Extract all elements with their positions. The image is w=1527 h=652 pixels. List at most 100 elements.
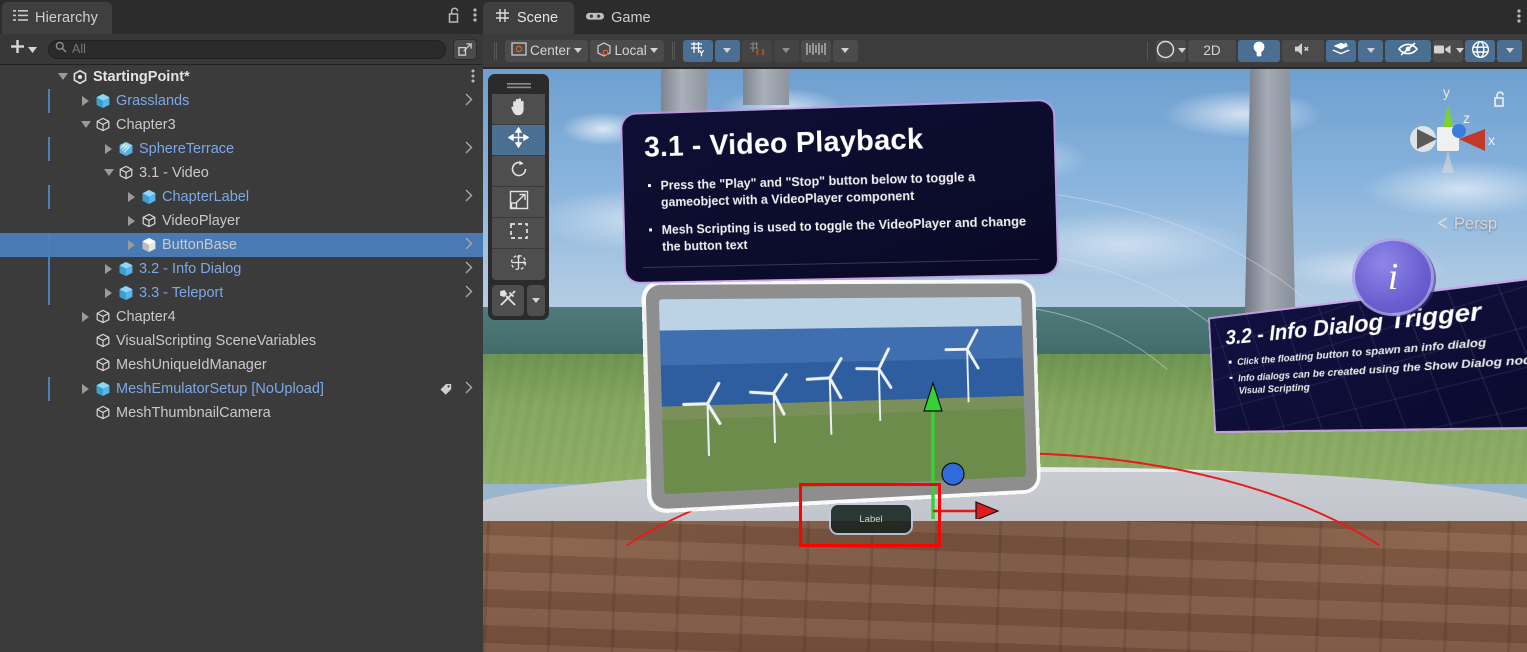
scene-fx-dropdown-button[interactable] <box>1358 40 1383 62</box>
twisty-expanded-icon[interactable] <box>56 73 70 81</box>
twisty-collapsed-icon[interactable] <box>79 312 93 322</box>
transform-tool-button[interactable] <box>492 249 545 280</box>
open-prefab-chevron-icon[interactable] <box>465 285 473 301</box>
shading-mode-button[interactable] <box>1156 40 1186 62</box>
turbine-blade <box>828 357 843 379</box>
scene-lighting-button[interactable] <box>1238 40 1280 62</box>
prefab-cube-icon <box>93 381 112 397</box>
hierarchy-item-buttonbase[interactable]: ButtonBase <box>0 233 483 257</box>
turbine-blade <box>682 402 707 406</box>
gameobject-cube-icon <box>116 165 135 181</box>
twisty-collapsed-icon[interactable] <box>102 144 116 154</box>
create-gameobject-button[interactable] <box>6 37 41 61</box>
hierarchy-item-meshuniqueidmanager[interactable]: MeshUniqueIdManager <box>0 353 483 377</box>
pivot-mode-button[interactable]: Center <box>505 40 588 62</box>
transform-combo-icon <box>508 252 529 278</box>
twisty-expanded-icon[interactable] <box>79 121 93 129</box>
lock-open-icon[interactable] <box>448 7 461 28</box>
info-dialog-button[interactable]: i <box>1355 241 1431 313</box>
tab-game[interactable]: Game <box>574 2 667 34</box>
grid-axis-y-icon <box>689 41 707 60</box>
prefab-cube-icon <box>93 93 112 109</box>
hierarchy-item-3-1-video[interactable]: 3.1 - Video <box>0 161 483 185</box>
search-input[interactable] <box>72 42 439 56</box>
open-prefab-chevron-icon[interactable] <box>465 237 473 253</box>
snap-magnet-button[interactable] <box>742 40 772 62</box>
hierarchy-item-sphereterrace[interactable]: SphereTerrace <box>0 137 483 161</box>
open-prefab-chevron-icon[interactable] <box>465 93 473 109</box>
rotate-tool-button[interactable] <box>492 156 545 187</box>
axis-z-label: z <box>1463 110 1470 126</box>
lightbulb-icon <box>1252 40 1266 61</box>
projection-mode-label[interactable]: Persp <box>1437 215 1497 234</box>
view-gizmo-lock-icon[interactable] <box>1493 91 1507 112</box>
hierarchy-item-meshemulatorsetup-noupload[interactable]: MeshEmulatorSetup [NoUpload] <box>0 377 483 401</box>
info-glyph: i <box>1388 255 1399 299</box>
move-tool-button[interactable] <box>492 125 545 156</box>
custom-tools-dropdown-button[interactable] <box>527 285 545 316</box>
tab-game-label: Game <box>611 10 651 26</box>
scale-tool-button[interactable] <box>492 187 545 218</box>
local-space-cube-icon <box>596 42 612 60</box>
rect-tool-button[interactable] <box>492 218 545 249</box>
open-prefab-chevron-icon[interactable] <box>465 381 473 397</box>
hierarchy-tree[interactable]: StartingPoint* Grasslands Chapter3 Spher… <box>0 65 483 652</box>
open-prefab-chevron-icon[interactable] <box>465 261 473 277</box>
shaded-sphere-icon <box>1156 40 1175 62</box>
custom-tools-button[interactable] <box>492 285 524 316</box>
snap-increment-button[interactable] <box>801 40 831 62</box>
twisty-collapsed-icon[interactable] <box>125 216 139 226</box>
scene-view-gizmo[interactable]: y z x <box>1393 81 1503 191</box>
tab-hierarchy[interactable]: Hierarchy <box>2 2 112 34</box>
open-in-new-window-button[interactable] <box>453 39 477 60</box>
grid-visibility-button[interactable] <box>683 40 713 62</box>
snap-dropdown-button[interactable] <box>774 40 799 62</box>
hierarchy-item-videoplayer[interactable]: VideoPlayer <box>0 209 483 233</box>
kebab-menu-icon[interactable] <box>473 7 477 28</box>
scene-viewport[interactable]: 3.1 - Video Playback Press the "Play" an… <box>483 69 1527 652</box>
hierarchy-item-chapterlabel[interactable]: ChapterLabel <box>0 185 483 209</box>
open-prefab-chevron-icon[interactable] <box>465 189 473 205</box>
twisty-expanded-icon[interactable] <box>102 169 116 177</box>
twisty-collapsed-icon[interactable] <box>102 288 116 298</box>
grid-dropdown-button[interactable] <box>715 40 740 62</box>
scene-camera-button[interactable] <box>1433 40 1463 62</box>
hierarchy-item-label: MeshUniqueIdManager <box>116 357 267 373</box>
hierarchy-item-grasslands[interactable]: Grasslands <box>0 89 483 113</box>
search-field[interactable] <box>48 40 446 59</box>
scene-kebab-menu-icon[interactable] <box>1517 8 1521 29</box>
open-prefab-chevron-icon[interactable] <box>465 141 473 157</box>
hierarchy-item-visualscripting-scenevariables[interactable]: VisualScripting SceneVariables <box>0 329 483 353</box>
tab-scene[interactable]: Scene <box>483 2 574 34</box>
grid-hash-icon <box>495 8 510 28</box>
prefab-marker <box>48 137 50 161</box>
view-2d-button[interactable]: 2D <box>1188 40 1236 62</box>
twisty-collapsed-icon[interactable] <box>125 240 139 250</box>
hierarchy-item-3-3-teleport[interactable]: 3.3 - Teleport <box>0 281 483 305</box>
panel-3-1-bullets: Press the "Play" and "Stop" button below… <box>645 168 1034 257</box>
gizmos-toggle-button[interactable] <box>1465 40 1495 62</box>
hierarchy-item-label: MeshEmulatorSetup [NoUpload] <box>116 381 324 397</box>
prefab-cube-icon <box>116 261 135 277</box>
drag-grip-icon[interactable] <box>492 78 545 94</box>
chevron-down-icon <box>1456 48 1464 53</box>
chevron-down-icon <box>782 48 790 53</box>
hierarchy-item-3-2-info-dialog[interactable]: 3.2 - Info Dialog <box>0 257 483 281</box>
twisty-collapsed-icon[interactable] <box>102 264 116 274</box>
hierarchy-item-startingpoint[interactable]: StartingPoint* <box>0 65 483 89</box>
scene-audio-button[interactable] <box>1282 40 1324 62</box>
button-base-object[interactable]: Label <box>831 505 911 533</box>
hierarchy-item-chapter4[interactable]: Chapter4 <box>0 305 483 329</box>
scene-fx-button[interactable] <box>1326 40 1356 62</box>
scene-row-kebab-icon[interactable] <box>471 68 475 88</box>
twisty-collapsed-icon[interactable] <box>125 192 139 202</box>
hierarchy-item-chapter3[interactable]: Chapter3 <box>0 113 483 137</box>
hierarchy-item-meshthumbnailcamera[interactable]: MeshThumbnailCamera <box>0 401 483 425</box>
twisty-collapsed-icon[interactable] <box>79 96 93 106</box>
hand-tool-button[interactable] <box>492 94 545 125</box>
hidden-objects-button[interactable] <box>1385 40 1431 62</box>
gizmos-dropdown-button[interactable] <box>1497 40 1522 62</box>
snap-increment-dropdown-button[interactable] <box>833 40 858 62</box>
handle-space-button[interactable]: Local <box>590 40 664 62</box>
twisty-collapsed-icon[interactable] <box>79 384 93 394</box>
